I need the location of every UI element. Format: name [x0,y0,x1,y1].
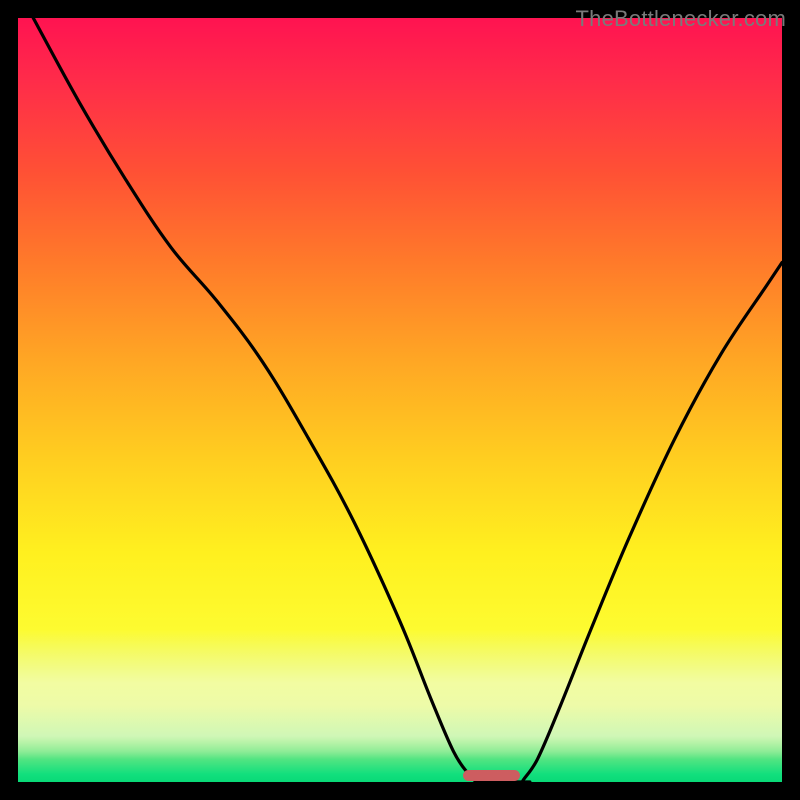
watermark-text: TheBottlenecker.com [576,6,786,32]
bottleneck-curve [18,18,782,782]
bottom-pill-marker [463,770,520,781]
chart-frame: TheBottlenecker.com [0,0,800,800]
plot-area [18,18,782,782]
curve-path [33,18,782,782]
